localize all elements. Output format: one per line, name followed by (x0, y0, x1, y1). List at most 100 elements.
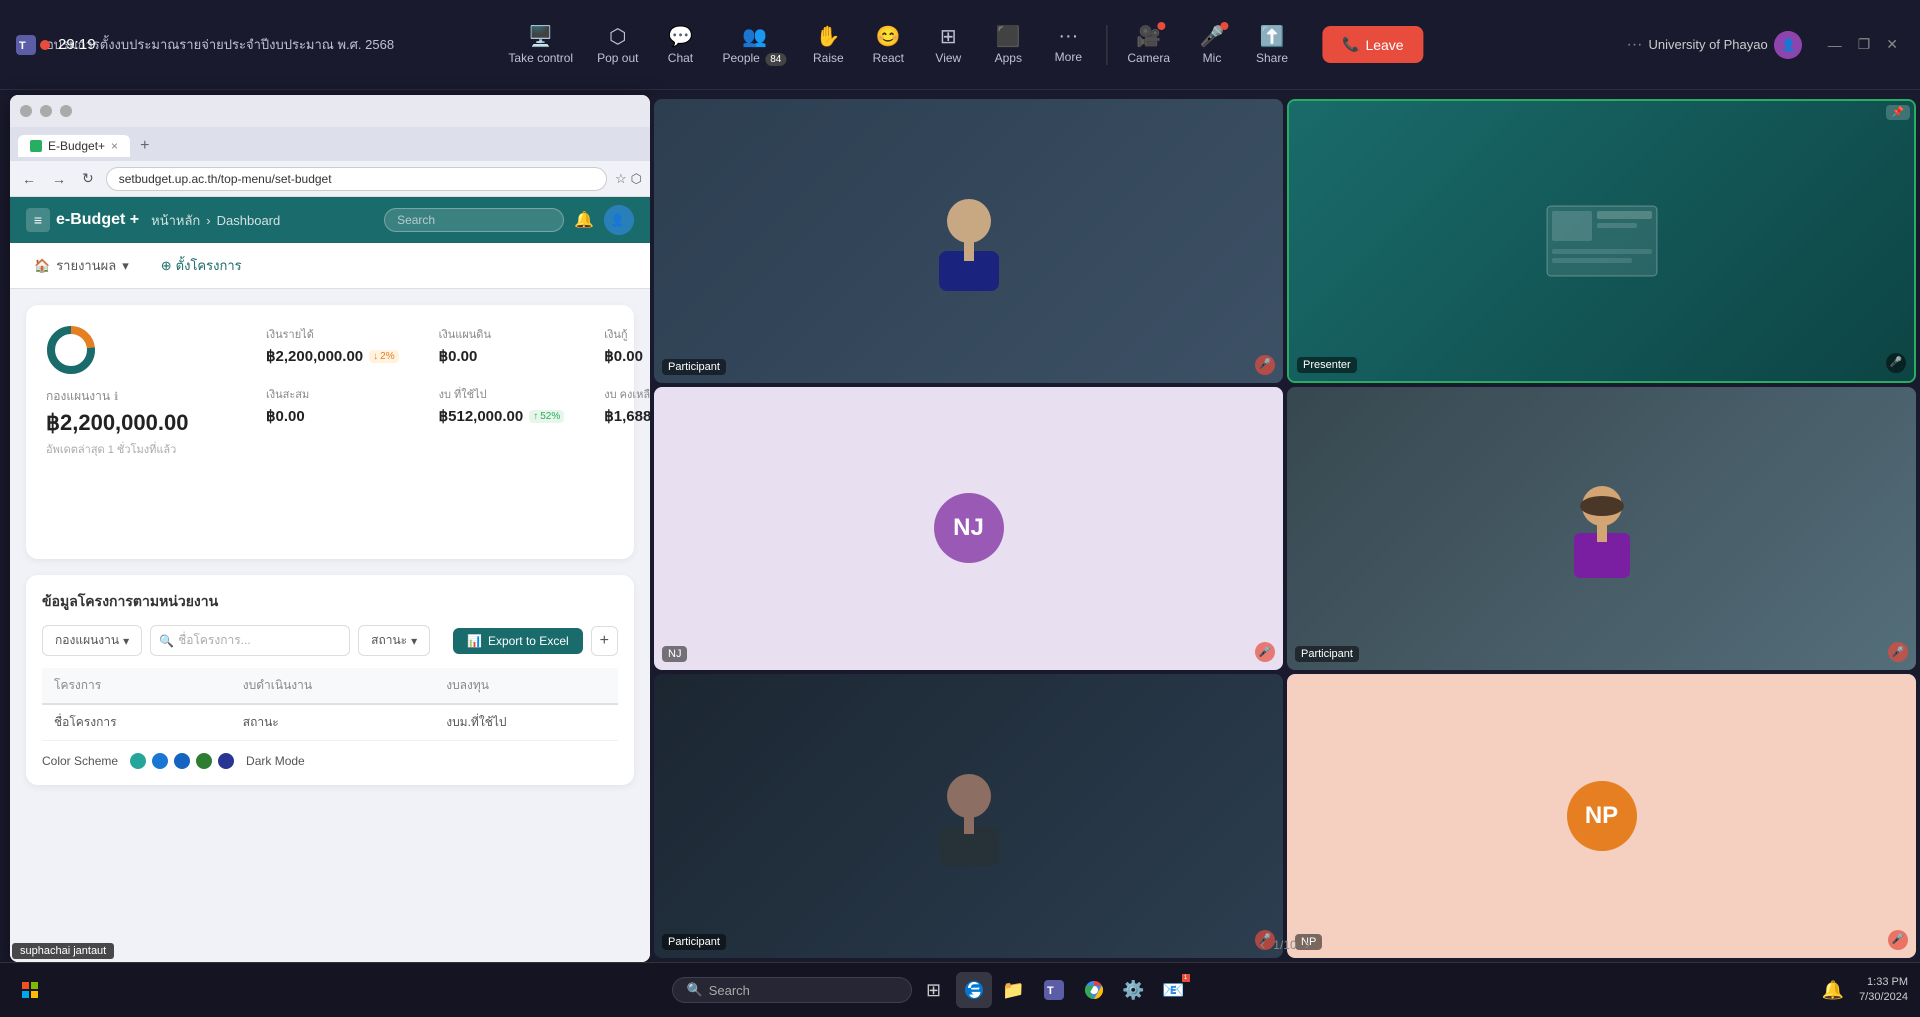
settings-icon[interactable]: ⚙️ (1116, 972, 1152, 1008)
close-button[interactable]: ✕ (1880, 34, 1904, 55)
remaining-label: งบ คงเหลือ (604, 385, 650, 403)
more-icon: ··· (1058, 25, 1078, 48)
raise-icon: ✋ (816, 24, 841, 49)
take-control-label: Take control (508, 51, 573, 65)
chat-button[interactable]: 💬 Chat (650, 16, 710, 73)
extensions-icon[interactable]: ⬡ (631, 171, 642, 187)
refresh-button[interactable]: ↻ (78, 168, 98, 189)
browser-close[interactable] (60, 105, 72, 117)
teams-taskbar-icon[interactable]: T (1036, 972, 1072, 1008)
app-name: e-Budget + (56, 211, 139, 229)
back-button[interactable]: ← (18, 169, 40, 189)
budget-stats-grid: เงินรายได้ ฿2,200,000.00 ↓ 2% เงินสะสม (266, 325, 650, 425)
spent-value: ฿512,000.00 (439, 407, 524, 425)
color-option-blue2[interactable] (174, 753, 190, 769)
mic-icon: 🎤 (1200, 24, 1225, 49)
forward-button[interactable]: → (48, 169, 70, 189)
total-stat: เงินสะสม ฿0.00 (266, 385, 399, 425)
dept-filter-button[interactable]: กองแผนงาน ▾ (42, 625, 142, 656)
color-option-green[interactable] (196, 753, 212, 769)
participant-tile-5: Participant 🎤 (654, 674, 1283, 958)
add-row-button[interactable]: + (591, 626, 618, 656)
svg-text:👤: 👤 (1781, 38, 1796, 52)
bookmark-icon[interactable]: ☆ (615, 171, 627, 187)
take-control-button[interactable]: 🖥️ Take control (496, 16, 585, 73)
budget-summary-card: กองแผนงาน ℹ ฿2,200,000.00 อัพเดตล่าสุด 1… (26, 305, 634, 559)
view-button[interactable]: ⊞ View (918, 16, 978, 73)
np-mic: 🎤 (1888, 930, 1908, 950)
income-badge: ↓ 2% (369, 350, 398, 363)
more-button[interactable]: ··· More (1038, 17, 1098, 72)
participant-video-1 (654, 99, 1283, 383)
pagination-controls: ‹ 1/10 › (1260, 936, 1310, 954)
color-option-blue1[interactable] (152, 753, 168, 769)
raise-button[interactable]: ✋ Raise (798, 16, 858, 73)
file-explorer-icon[interactable]: 📁 (996, 972, 1032, 1008)
mail-icon[interactable]: 📧 1 (1156, 972, 1192, 1008)
apps-button[interactable]: ⬛ Apps (978, 16, 1038, 73)
notification-icon[interactable]: 🔔 (1815, 972, 1851, 1008)
chrome-icon[interactable] (1076, 972, 1112, 1008)
chat-label: Chat (668, 51, 693, 65)
plan-value: ฿0.00 (439, 347, 565, 365)
new-tab-button[interactable]: + (134, 135, 155, 157)
view-label: View (935, 51, 961, 65)
browser-minimize[interactable] (20, 105, 32, 117)
pop-out-button[interactable]: ⬡ Pop out (585, 16, 650, 73)
camera-button[interactable]: 🎥 Camera (1115, 16, 1182, 73)
app-search-input[interactable] (384, 208, 564, 232)
taskview-button[interactable]: ⊞ (916, 972, 952, 1008)
add-project-button[interactable]: ⊕ ตั้งโครงการ (153, 251, 250, 280)
table-toolbar: กองแผนงาน ▾ 🔍 ชื่อโครงการ... สถานะ ▾ 📊 E… (42, 625, 618, 656)
current-user-label: suphachai jantaut (12, 943, 114, 959)
view-icon: ⊞ (940, 24, 957, 49)
svg-text:T: T (19, 40, 26, 52)
react-button[interactable]: 😊 React (858, 16, 918, 73)
people-button[interactable]: 👥 People 84 (710, 16, 798, 73)
browser-tab[interactable]: E-Budget+ × (18, 135, 130, 157)
income-label: เงินรายได้ (266, 325, 399, 343)
share-button[interactable]: ⬆️ Share (1242, 16, 1302, 73)
budget-main-row: กองแผนงาน ℹ ฿2,200,000.00 อัพเดตล่าสุด 1… (46, 325, 614, 539)
user-avatar[interactable]: 👤 (604, 205, 634, 235)
color-option-darkblue[interactable] (218, 753, 234, 769)
export-excel-button[interactable]: 📊 Export to Excel (453, 628, 583, 654)
report-menu-item[interactable]: 🏠 รายงานผล ▾ (26, 251, 137, 280)
color-scheme-footer: Color Scheme Dark Mode (42, 753, 618, 769)
edge-browser-icon[interactable] (956, 972, 992, 1008)
people-label: People 84 (722, 51, 786, 65)
notification-bell-icon[interactable]: 🔔 (574, 210, 594, 230)
taskbar-search[interactable]: 🔍 Search (672, 977, 912, 1003)
color-option-teal[interactable] (130, 753, 146, 769)
minimize-button[interactable]: — (1822, 35, 1848, 55)
project-data-table: โครงการ งบดำเนินงาน งบลงทุน (42, 668, 618, 741)
more-label: More (1055, 50, 1082, 64)
windows-start-button[interactable] (12, 972, 48, 1008)
url-input[interactable] (106, 167, 607, 191)
user-avatar-top[interactable]: 👤 (1774, 31, 1802, 59)
project-search-field[interactable]: 🔍 ชื่อโครงการ... (150, 625, 350, 656)
more-dots[interactable]: ··· (1626, 36, 1642, 54)
taskbar-right: 🔔 1:33 PM 7/30/2024 (1815, 972, 1908, 1008)
participant-tile-np: NP NP 🎤 (1287, 674, 1916, 958)
dashboard-content: กองแผนงาน ℹ ฿2,200,000.00 อัพเดตล่าสุด 1… (10, 289, 650, 801)
browser-restore[interactable] (40, 105, 52, 117)
apps-icon: ⬛ (996, 24, 1021, 49)
mic-label: Mic (1203, 51, 1222, 65)
mic-button[interactable]: 🎤 Mic (1182, 16, 1242, 73)
tab-favicon (30, 140, 42, 152)
remaining-value: ฿1,688,000.00 (604, 407, 650, 425)
tab-close-button[interactable]: × (111, 139, 118, 153)
pagination-prev[interactable]: ‹ (1260, 936, 1265, 954)
status-filter-button[interactable]: สถานะ ▾ (358, 625, 430, 656)
color-scheme-label: Color Scheme (42, 754, 118, 768)
restore-button[interactable]: ❐ (1852, 34, 1877, 55)
breadcrumb: หน้าหลัก › Dashboard (151, 210, 280, 231)
export-label: Export to Excel (488, 634, 569, 648)
breadcrumb-home[interactable]: หน้าหลัก (151, 210, 200, 231)
participant-name-5: Participant (662, 934, 726, 950)
table-row: ชื่อโครงการ สถานะ งบม.ที่ใช้ไป (42, 704, 618, 741)
info-icon: ℹ (114, 390, 118, 403)
pagination-next[interactable]: › (1305, 936, 1310, 954)
leave-button[interactable]: 📞 Leave (1322, 26, 1424, 63)
